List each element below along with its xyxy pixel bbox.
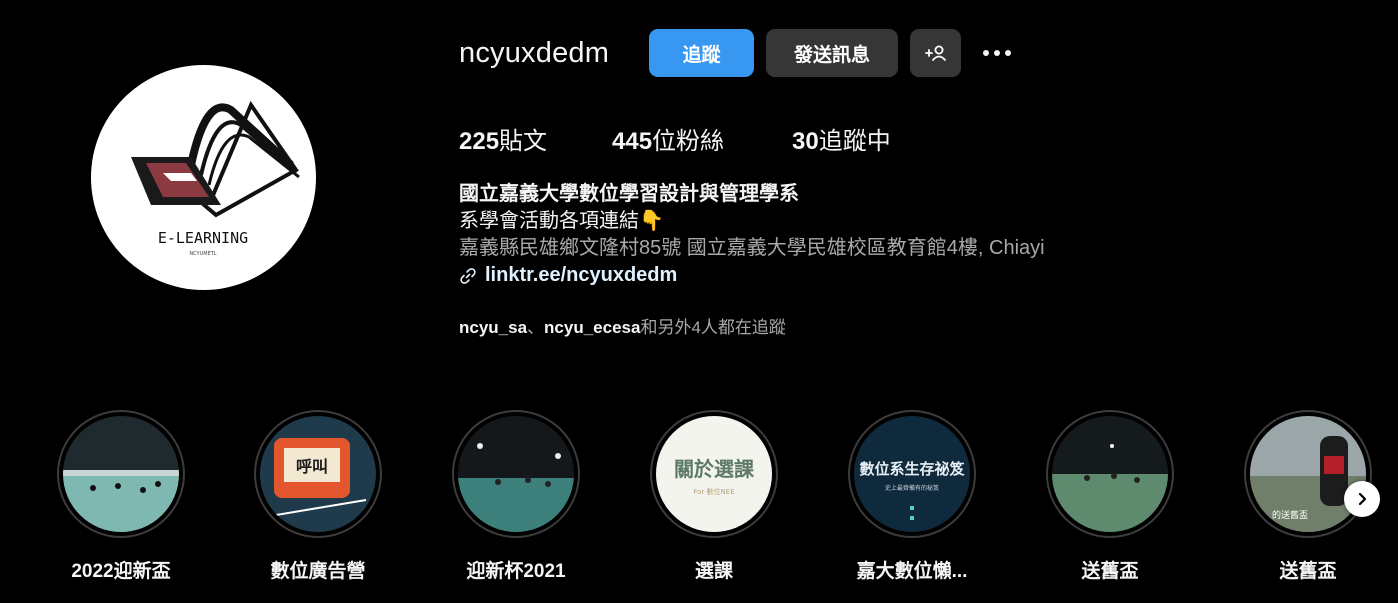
highlight-thumbnail: 關於選課 For 數位NEE (656, 416, 772, 532)
story-highlight[interactable]: 2022迎新盃 (54, 410, 188, 583)
link-icon (460, 267, 476, 284)
following-count-value: 30 (792, 128, 819, 155)
highlight-label: 送舊盃 (1081, 561, 1139, 582)
e-learning-logo: E-LEARNING NCYUMETL (131, 100, 300, 257)
posts-label: 貼文 (499, 128, 548, 155)
followers-count-value: 445 (612, 128, 653, 155)
svg-text:E-LEARNING: E-LEARNING (158, 229, 248, 247)
highlight-ring: 呼叫 (254, 410, 382, 538)
highlight-thumbnail (458, 416, 574, 532)
story-highlight[interactable]: 呼叫 數位廣告營 (251, 410, 385, 583)
story-highlight[interactable]: 迎新杯2021 (449, 410, 583, 583)
highlight-ring: 關於選課 For 數位NEE (650, 410, 778, 538)
highlight-label: 數位廣告營 (270, 561, 366, 582)
followed-by: ncyu_sa、ncyu_ecesa和另外4人都在追蹤 (459, 313, 786, 338)
more-dot-icon (994, 50, 1000, 56)
story-highlight[interactable]: 數位系生存祕笈 史上最齊備有的秘笈 嘉大數位懶... (845, 410, 979, 583)
bio-address[interactable]: 嘉義縣民雄鄉文隆村85號 國立嘉義大學民雄校區教育館4樓, Chiayi (459, 235, 1045, 262)
highlight-label: 嘉大數位懶... (856, 561, 968, 582)
highlight-label: 送舊盃 (1279, 561, 1337, 582)
profile-avatar[interactable]: E-LEARNING NCYUMETL (91, 65, 316, 290)
svg-text:史上最齊備有的秘笈: 史上最齊備有的秘笈 (885, 484, 939, 492)
highlight-ring: 的送舊盃 (1244, 410, 1372, 538)
highlight-thumbnail: 的送舊盃 (1250, 416, 1366, 532)
add-person-icon (924, 45, 946, 61)
highlight-thumbnail: 呼叫 (260, 416, 376, 532)
followed-by-user[interactable]: ncyu_sa (459, 318, 527, 337)
more-dot-icon (1005, 50, 1011, 56)
bio-text: 系學會活動各項連結👇 (459, 210, 664, 232)
highlight-label: 迎新杯2021 (466, 561, 566, 582)
svg-text:呼叫: 呼叫 (296, 457, 328, 476)
svg-text:For 數位NEE: For 數位NEE (693, 487, 734, 496)
highlight-ring (1046, 410, 1174, 538)
profile-full-name: 國立嘉義大學數位學習設計與管理學系 (459, 183, 799, 205)
profile-username: ncyuxdedm (459, 37, 610, 69)
svg-text:的送舊盃: 的送舊盃 (1272, 509, 1308, 521)
highlight-thumbnail (1052, 416, 1168, 532)
posts-count-value: 225 (459, 128, 500, 155)
suggest-users-button[interactable] (910, 29, 961, 77)
chevron-right-icon (1358, 492, 1367, 506)
highlight-ring (452, 410, 580, 538)
more-dot-icon (983, 50, 989, 56)
highlights-next-button[interactable] (1344, 481, 1380, 517)
highlight-label: 2022迎新盃 (71, 561, 171, 582)
following-label: 追蹤中 (818, 128, 891, 155)
svg-text:數位系生存祕笈: 數位系生存祕笈 (859, 460, 965, 478)
bio-external-link[interactable]: linktr.ee/ncyuxdedm (459, 262, 1045, 289)
followers-label: 位粉絲 (652, 128, 725, 155)
following-link[interactable]: 30追蹤中 (792, 121, 891, 156)
followed-by-text: 和另外4人都在追蹤 (640, 318, 786, 337)
follow-button[interactable]: 追蹤 (649, 29, 754, 77)
highlight-label: 選課 (694, 561, 733, 582)
profile-bio: 國立嘉義大學數位學習設計與管理學系 系學會活動各項連結👇 嘉義縣民雄鄉文隆村85… (459, 181, 1045, 289)
posts-count: 225貼文 (459, 121, 547, 156)
followed-by-user[interactable]: ncyu_ecesa (544, 318, 640, 337)
svg-text:NCYUMETL: NCYUMETL (189, 251, 216, 257)
bio-link-text[interactable]: linktr.ee/ncyuxdedm (485, 262, 677, 289)
more-options-button[interactable] (975, 37, 1019, 69)
highlight-ring (57, 410, 185, 538)
svg-text:關於選課: 關於選課 (674, 457, 755, 481)
story-highlight[interactable]: 送舊盃 (1043, 410, 1177, 583)
followers-link[interactable]: 445位粉絲 (612, 121, 724, 156)
highlight-thumbnail (63, 416, 179, 532)
highlight-ring: 數位系生存祕笈 史上最齊備有的秘笈 (848, 410, 976, 538)
followed-by-separator: 、 (527, 318, 545, 337)
story-highlight[interactable]: 關於選課 For 數位NEE 選課 (647, 410, 781, 583)
send-message-button[interactable]: 發送訊息 (766, 29, 898, 77)
highlight-thumbnail: 數位系生存祕笈 史上最齊備有的秘笈 (854, 416, 970, 532)
